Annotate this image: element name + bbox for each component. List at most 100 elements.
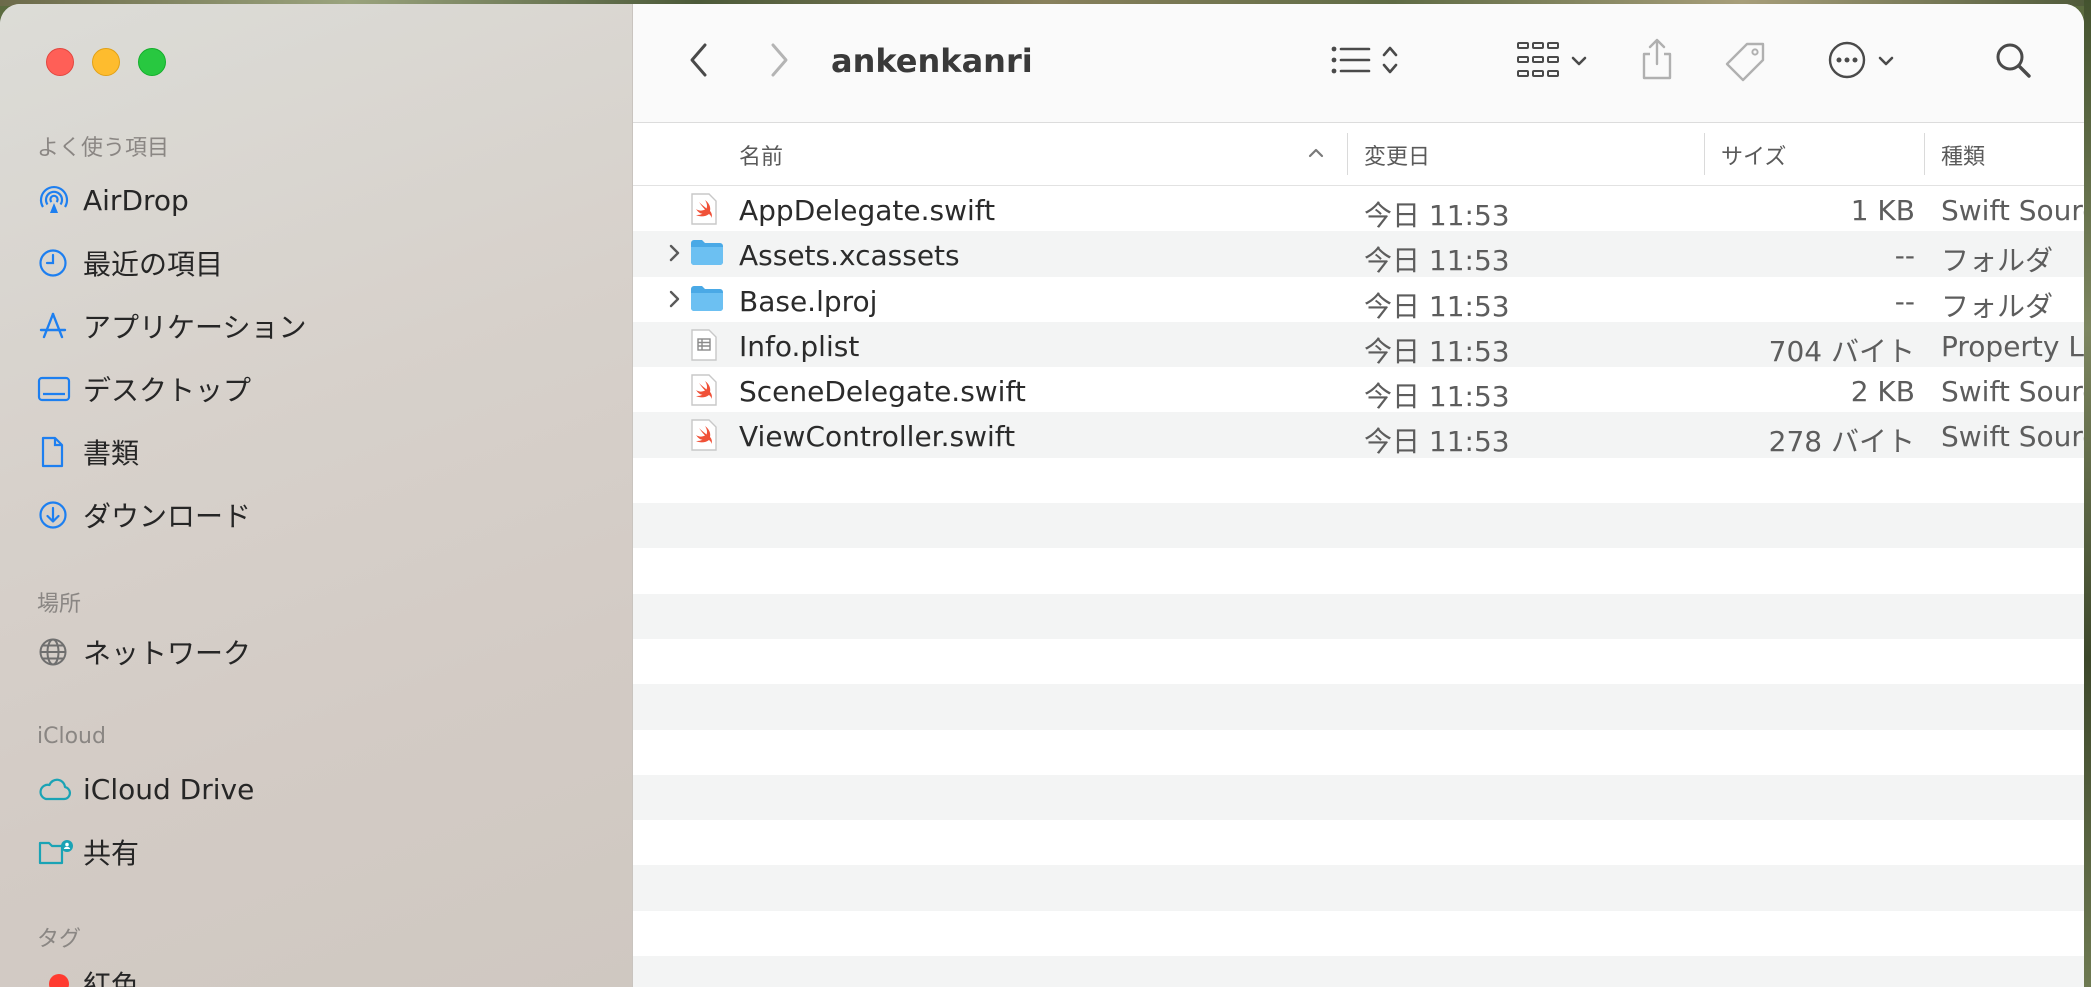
folder-icon — [689, 283, 725, 317]
close-window-button[interactable] — [46, 48, 74, 76]
table-row[interactable]: SceneDelegate.swift 今日 11:53 2 KB Swift Sou… — [633, 367, 2084, 413]
sidebar-item-downloads[interactable]: ダウンロード — [37, 491, 251, 539]
red-tag-icon — [49, 974, 69, 987]
file-name: SceneDelegate.swift — [739, 375, 1026, 409]
file-browser: ankenkanri 名前 変更日 サイズ 種類 AppDelegate.swi… — [633, 4, 2084, 987]
column-divider[interactable] — [1924, 133, 1925, 175]
airdrop-icon — [37, 180, 83, 220]
file-kind-cell: フォルダ — [1941, 231, 2084, 276]
file-date: 今日 11:53 — [1364, 425, 1510, 459]
sidebar-item-airdrop[interactable]: AirDrop — [37, 176, 189, 224]
file-kind: Swift Source — [1941, 420, 2084, 454]
folder-icon — [689, 237, 725, 271]
group-button[interactable] — [1507, 40, 1597, 84]
sidebar-item-documents[interactable]: 書類 — [37, 428, 139, 476]
column-divider[interactable] — [1347, 133, 1348, 175]
file-name: AppDelegate.swift — [739, 194, 996, 227]
empty-row — [633, 865, 2084, 911]
table-row[interactable]: ViewController.swift 今日 11:53 278 バイト Swift… — [633, 412, 2084, 459]
share-icon — [1639, 36, 1675, 86]
column-date-header[interactable]: 変更日 — [1364, 139, 1430, 171]
file-date: 今日 11:53 — [1364, 199, 1510, 232]
grid-view-icon — [1516, 40, 1560, 84]
sidebar-item-shared[interactable]: 共有 — [37, 828, 139, 876]
column-header: 名前 変更日 サイズ 種類 — [633, 123, 2084, 186]
sidebar-item-recents[interactable]: 最近の項目 — [37, 239, 223, 287]
file-size: 704 バイト — [1768, 334, 1915, 368]
file-date: 今日 11:53 — [1364, 244, 1510, 278]
finder-window: よく使う項目 AirDrop 最近の項目 アプリケーション デスクトップ 書類 … — [0, 4, 2084, 987]
document-icon — [37, 432, 83, 472]
sidebar-item-label: AirDrop — [83, 183, 189, 217]
applications-icon — [37, 306, 83, 346]
tags-heading: タグ — [37, 927, 82, 952]
column-kind-header[interactable]: 種類 — [1941, 139, 1985, 171]
disclosure-triangle-icon[interactable] — [667, 242, 681, 268]
zoom-window-button[interactable] — [138, 48, 166, 76]
empty-row — [633, 820, 2084, 865]
file-name: ViewController.swift — [739, 420, 1016, 454]
swift-file-icon — [689, 418, 719, 456]
minimize-window-button[interactable] — [92, 48, 120, 76]
sidebar-item-icloud-drive[interactable]: iCloud Drive — [37, 765, 254, 813]
action-menu-button[interactable] — [1819, 40, 1903, 84]
swift-file-icon — [689, 373, 719, 411]
file-date: 今日 11:53 — [1364, 334, 1510, 368]
sidebar-item-label: 最近の項目 — [83, 248, 224, 281]
disclosure-triangle-icon[interactable] — [667, 288, 681, 314]
file-kind-cell: Swift Source — [1941, 186, 2084, 231]
shared-folder-icon — [37, 832, 83, 872]
column-divider[interactable] — [1704, 133, 1705, 175]
view-options-button[interactable] — [1319, 40, 1409, 84]
network-icon — [37, 632, 83, 672]
file-size: 2 KB — [1850, 375, 1915, 409]
file-kind: フォルダ — [1941, 289, 2054, 322]
sidebar-item-label: 共有 — [83, 837, 140, 870]
updown-chevron-icon — [1381, 43, 1399, 81]
file-name: Base.lproj — [739, 284, 878, 318]
sidebar-item-label: 紅色 — [83, 969, 140, 987]
desktop-wallpaper-right — [2084, 0, 2091, 987]
file-kind: Swift Source — [1941, 194, 2084, 227]
sidebar-item-network[interactable]: ネットワーク — [37, 628, 251, 676]
tag-button[interactable] — [1721, 40, 1769, 88]
empty-row — [633, 911, 2084, 956]
chevron-left-icon — [687, 41, 711, 83]
empty-row — [633, 458, 2084, 503]
sidebar-item-label: ネットワーク — [83, 637, 252, 670]
favorites-heading: よく使う項目 — [37, 136, 170, 161]
sidebar: よく使う項目 AirDrop 最近の項目 アプリケーション デスクトップ 書類 … — [0, 4, 633, 987]
chevron-right-icon — [767, 41, 791, 83]
file-kind: Swift Source — [1941, 375, 2084, 409]
sidebar-item-desktop[interactable]: デスクトップ — [37, 365, 251, 413]
search-button[interactable] — [1991, 40, 2035, 84]
file-name: Assets.xcassets — [739, 239, 960, 273]
back-button[interactable] — [677, 40, 721, 84]
sidebar-item-tag-red[interactable]: 紅色 — [37, 960, 139, 987]
chevron-down-icon — [1570, 53, 1588, 72]
swift-file-icon — [689, 192, 719, 230]
forward-button[interactable] — [757, 40, 801, 84]
sidebar-item-applications[interactable]: アプリケーション — [37, 302, 306, 350]
desktop-icon — [37, 369, 83, 409]
file-size: 1 KB — [1850, 194, 1915, 227]
table-row[interactable]: Base.lproj 今日 11:53 -- フォルダ — [633, 277, 2084, 323]
column-size-header[interactable]: サイズ — [1721, 139, 1786, 171]
empty-row — [633, 956, 2084, 987]
sort-ascending-icon[interactable] — [1307, 145, 1325, 164]
column-name-header[interactable]: 名前 — [739, 139, 783, 171]
empty-row — [633, 548, 2084, 593]
icloud-heading: iCloud — [37, 724, 106, 749]
table-row[interactable]: Assets.xcassets 今日 11:53 -- フォルダ — [633, 231, 2084, 278]
file-name: Info.plist — [739, 329, 860, 363]
sidebar-item-label: iCloud Drive — [83, 772, 255, 806]
toolbar: ankenkanri — [633, 4, 2084, 123]
file-size: 278 バイト — [1768, 425, 1915, 459]
table-row[interactable]: AppDelegate.swift 今日 11:53 1 KB Swift Sourc… — [633, 186, 2084, 232]
share-button[interactable] — [1635, 36, 1679, 86]
locations-heading: 場所 — [37, 592, 82, 617]
empty-row — [633, 593, 2084, 639]
window-title: ankenkanri — [831, 42, 1033, 80]
download-icon — [37, 495, 83, 535]
table-row[interactable]: Info.plist 今日 11:53 704 バイト Property List — [633, 321, 2084, 368]
